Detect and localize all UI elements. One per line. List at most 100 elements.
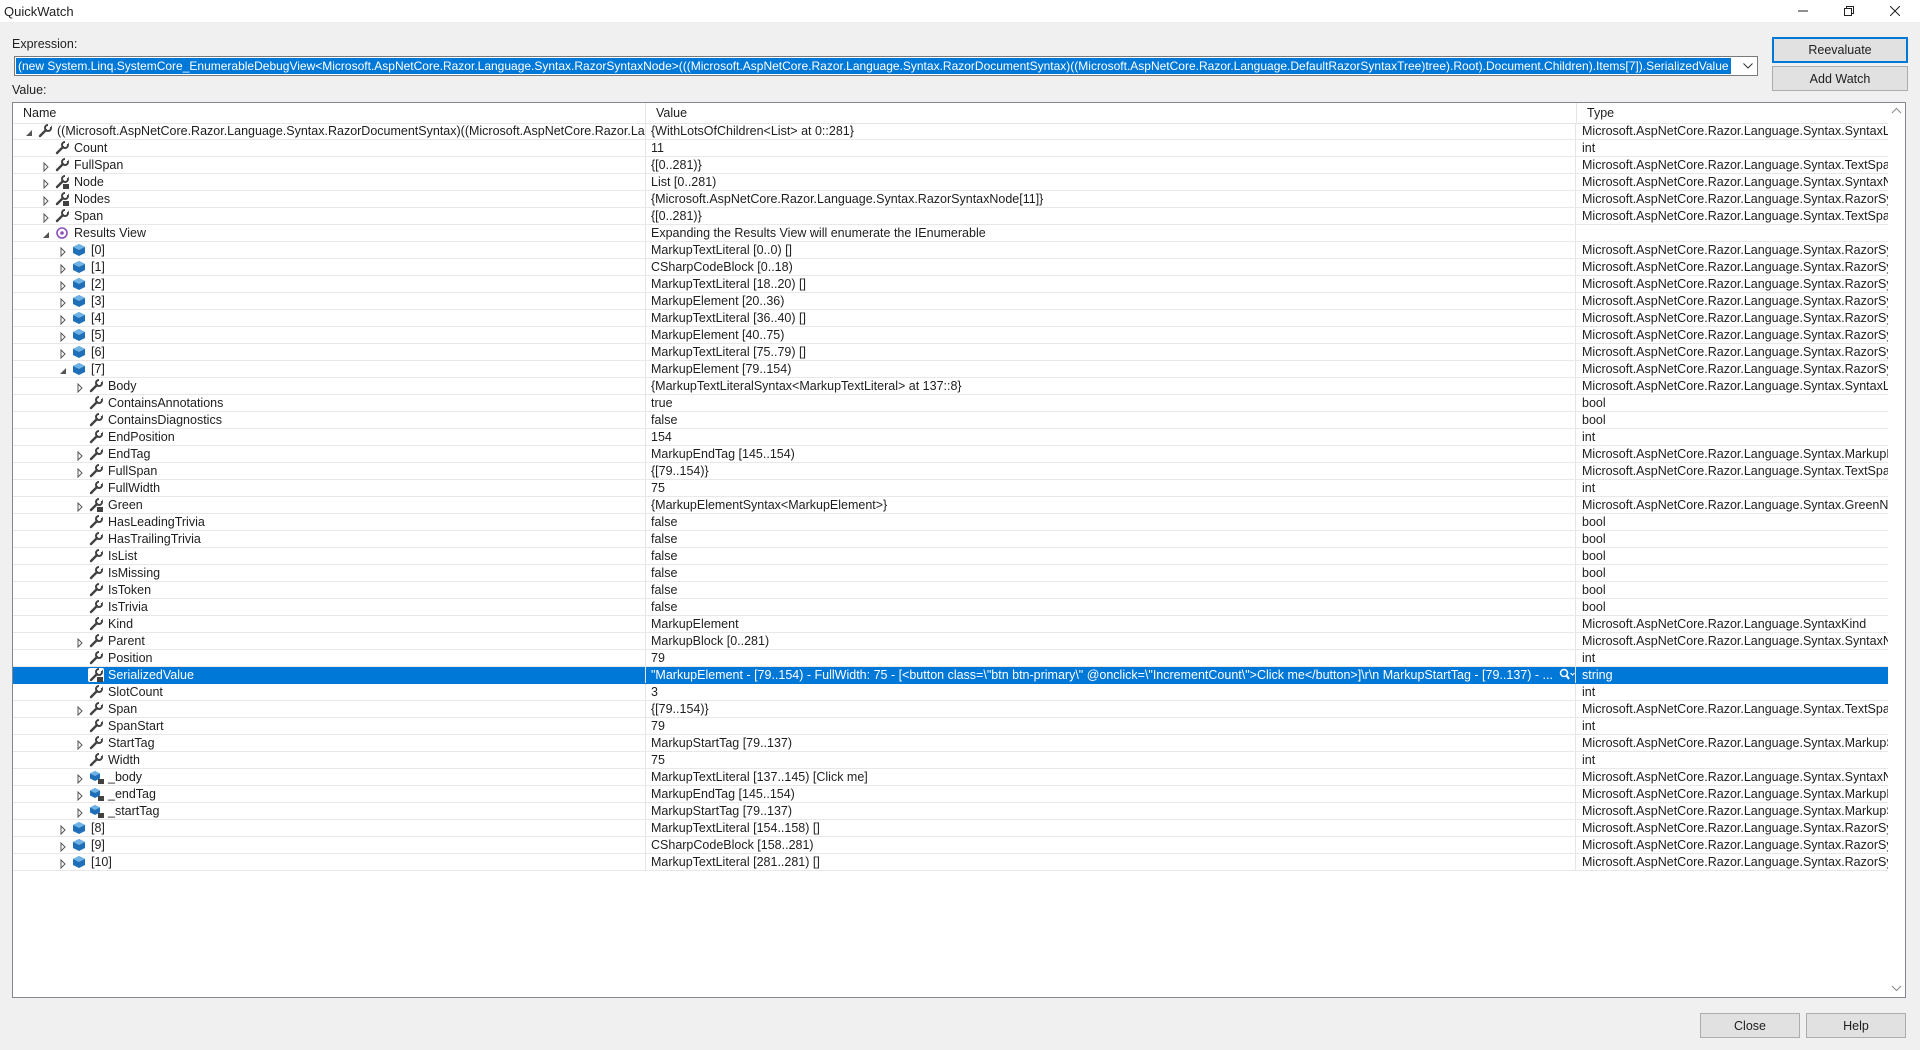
table-row[interactable]: _startTag MarkupStartTag [79..137) Microso… bbox=[13, 803, 1889, 820]
table-row[interactable]: FullSpan {[0..281)} Microsoft.AspNetCore.R… bbox=[13, 157, 1889, 174]
collapsed-arrow-icon[interactable] bbox=[58, 313, 68, 326]
table-row[interactable]: [10] MarkupTextLiteral [281..281) [] Micro… bbox=[13, 854, 1889, 871]
collapsed-arrow-icon[interactable] bbox=[75, 381, 85, 394]
collapsed-arrow-icon[interactable] bbox=[58, 840, 68, 853]
table-row[interactable]: EndPosition 154 int bbox=[13, 429, 1889, 446]
collapsed-arrow-icon[interactable] bbox=[58, 857, 68, 870]
help-button[interactable]: Help bbox=[1806, 1013, 1906, 1038]
add-watch-button[interactable]: Add Watch bbox=[1772, 66, 1908, 91]
table-row[interactable]: HasTrailingTrivia false bool bbox=[13, 531, 1889, 548]
row-name: [7] bbox=[91, 362, 105, 376]
row-type: Microsoft.AspNetCore.Razor.Language.Synt… bbox=[1582, 447, 1889, 461]
collapsed-arrow-icon[interactable] bbox=[58, 330, 68, 343]
collapsed-arrow-icon[interactable] bbox=[58, 347, 68, 360]
table-row[interactable]: ContainsAnnotations true bool bbox=[13, 395, 1889, 412]
row-name: IsToken bbox=[108, 583, 152, 597]
table-row[interactable]: _body MarkupTextLiteral [137..145) [Click… bbox=[13, 769, 1889, 786]
table-row[interactable]: Nodes {Microsoft.AspNetCore.Razor.Languag… bbox=[13, 191, 1889, 208]
watch-grid[interactable]: Name Value Type ((Microsoft.AspNetCore.R… bbox=[12, 102, 1906, 998]
close-window-button[interactable] bbox=[1872, 0, 1918, 22]
table-row[interactable]: Span {[79..154)} Microsoft.AspNetCore.Razo… bbox=[13, 701, 1889, 718]
table-row[interactable]: FullWidth 75 int bbox=[13, 480, 1889, 497]
table-row[interactable]: Green {MarkupElementSyntax<MarkupElement>… bbox=[13, 497, 1889, 514]
table-row[interactable]: ContainsDiagnostics false bool bbox=[13, 412, 1889, 429]
collapsed-arrow-icon[interactable] bbox=[58, 262, 68, 275]
table-row[interactable]: ((Microsoft.AspNetCore.Razor.Language.Sy… bbox=[13, 123, 1889, 140]
collapsed-arrow-icon[interactable] bbox=[75, 636, 85, 649]
collapsed-arrow-icon[interactable] bbox=[58, 823, 68, 836]
table-row[interactable]: SlotCount 3 int bbox=[13, 684, 1889, 701]
scroll-down-icon[interactable] bbox=[1891, 983, 1902, 994]
expanded-arrow-icon[interactable] bbox=[24, 126, 34, 136]
table-row[interactable]: [0] MarkupTextLiteral [0..0) [] Microsoft.… bbox=[13, 242, 1889, 259]
table-row[interactable]: HasLeadingTrivia false bool bbox=[13, 514, 1889, 531]
row-type: bool bbox=[1582, 583, 1606, 597]
minimize-button[interactable] bbox=[1780, 0, 1826, 22]
table-row[interactable]: [3] MarkupElement [20..36) Microsoft.AspNe… bbox=[13, 293, 1889, 310]
expanded-arrow-icon[interactable] bbox=[58, 364, 68, 374]
table-row[interactable]: Results View Expanding the Results View w… bbox=[13, 225, 1889, 242]
scroll-up-icon[interactable] bbox=[1891, 106, 1902, 117]
expanded-arrow-icon[interactable] bbox=[41, 228, 51, 238]
table-row[interactable]: [5] MarkupElement [40..75) Microsoft.AspNe… bbox=[13, 327, 1889, 344]
table-row[interactable]: Kind MarkupElement Microsoft.AspNetCore.Ra… bbox=[13, 616, 1889, 633]
collapsed-arrow-icon[interactable] bbox=[41, 194, 51, 207]
table-row[interactable]: Parent MarkupBlock [0..281) Microsoft.AspN… bbox=[13, 633, 1889, 650]
collapsed-arrow-icon[interactable] bbox=[75, 704, 85, 717]
row-value: Expanding the Results View will enumerat… bbox=[646, 225, 1576, 241]
property-icon bbox=[37, 124, 53, 138]
reevaluate-button[interactable]: Reevaluate bbox=[1772, 37, 1908, 63]
table-row[interactable]: StartTag MarkupStartTag [79..137) Microsof… bbox=[13, 735, 1889, 752]
table-row[interactable]: Node List [0..281) Microsoft.AspNetCore.Ra… bbox=[13, 174, 1889, 191]
table-row[interactable]: [8] MarkupTextLiteral [154..158) [] Micros… bbox=[13, 820, 1889, 837]
collapsed-arrow-icon[interactable] bbox=[75, 738, 85, 751]
table-row[interactable]: Position 79 int bbox=[13, 650, 1889, 667]
collapsed-arrow-icon[interactable] bbox=[75, 789, 85, 802]
table-row[interactable]: Body {MarkupTextLiteralSyntax<MarkupTextL… bbox=[13, 378, 1889, 395]
collapsed-arrow-icon[interactable] bbox=[75, 772, 85, 785]
collapsed-arrow-icon[interactable] bbox=[58, 279, 68, 292]
vertical-scrollbar[interactable] bbox=[1888, 103, 1905, 997]
table-row[interactable]: SpanStart 79 int bbox=[13, 718, 1889, 735]
table-row[interactable]: Count 11 int bbox=[13, 140, 1889, 157]
table-row[interactable]: _endTag MarkupEndTag [145..154) Microsoft.… bbox=[13, 786, 1889, 803]
table-row[interactable]: [7] MarkupElement [79..154) Microsoft.AspN… bbox=[13, 361, 1889, 378]
restore-button[interactable] bbox=[1826, 0, 1872, 22]
close-button[interactable]: Close bbox=[1700, 1013, 1800, 1038]
table-row[interactable]: [1] CSharpCodeBlock [0..18) Microsoft.AspN… bbox=[13, 259, 1889, 276]
table-row[interactable]: [9] CSharpCodeBlock [158..281) Microsoft.A… bbox=[13, 837, 1889, 854]
table-row[interactable]: Width 75 int bbox=[13, 752, 1889, 769]
table-row[interactable]: SerializedValue "MarkupElement - [79..154… bbox=[13, 667, 1889, 684]
name-cell: Nodes bbox=[13, 191, 646, 207]
expression-input[interactable]: (new System.Linq.SystemCore_EnumerableDe… bbox=[16, 58, 1731, 74]
row-value: MarkupEndTag [145..154) bbox=[646, 446, 1576, 462]
name-cell: FullSpan bbox=[13, 157, 646, 173]
table-row[interactable]: [2] MarkupTextLiteral [18..20) [] Microsof… bbox=[13, 276, 1889, 293]
expression-combobox[interactable]: (new System.Linq.SystemCore_EnumerableDe… bbox=[14, 56, 1758, 76]
collapsed-arrow-icon[interactable] bbox=[75, 449, 85, 462]
column-header-type[interactable]: Type bbox=[1577, 103, 1889, 123]
table-row[interactable]: IsList false bool bbox=[13, 548, 1889, 565]
collapsed-arrow-icon[interactable] bbox=[41, 177, 51, 190]
table-row[interactable]: IsTrivia false bool bbox=[13, 599, 1889, 616]
collapsed-arrow-icon[interactable] bbox=[41, 211, 51, 224]
collapsed-arrow-icon[interactable] bbox=[58, 245, 68, 258]
column-header-value[interactable]: Value bbox=[646, 103, 1577, 123]
table-row[interactable]: [4] MarkupTextLiteral [36..40) [] Microsof… bbox=[13, 310, 1889, 327]
column-header-name[interactable]: Name bbox=[13, 103, 646, 123]
table-row[interactable]: IsToken false bool bbox=[13, 582, 1889, 599]
object-icon bbox=[71, 311, 87, 325]
chevron-down-icon[interactable] bbox=[1741, 59, 1755, 73]
collapsed-arrow-icon[interactable] bbox=[41, 160, 51, 173]
collapsed-arrow-icon[interactable] bbox=[75, 466, 85, 479]
table-row[interactable]: FullSpan {[79..154)} Microsoft.AspNetCore.… bbox=[13, 463, 1889, 480]
table-row[interactable]: Span {[0..281)} Microsoft.AspNetCore.Razor… bbox=[13, 208, 1889, 225]
collapsed-arrow-icon[interactable] bbox=[75, 806, 85, 819]
visualizer-magnifier-icon[interactable] bbox=[1559, 668, 1575, 682]
collapsed-arrow-icon[interactable] bbox=[58, 296, 68, 309]
table-row[interactable]: EndTag MarkupEndTag [145..154) Microsoft.A… bbox=[13, 446, 1889, 463]
object-icon bbox=[71, 362, 87, 376]
table-row[interactable]: [6] MarkupTextLiteral [75..79) [] Microsof… bbox=[13, 344, 1889, 361]
table-row[interactable]: IsMissing false bool bbox=[13, 565, 1889, 582]
collapsed-arrow-icon[interactable] bbox=[75, 500, 85, 513]
